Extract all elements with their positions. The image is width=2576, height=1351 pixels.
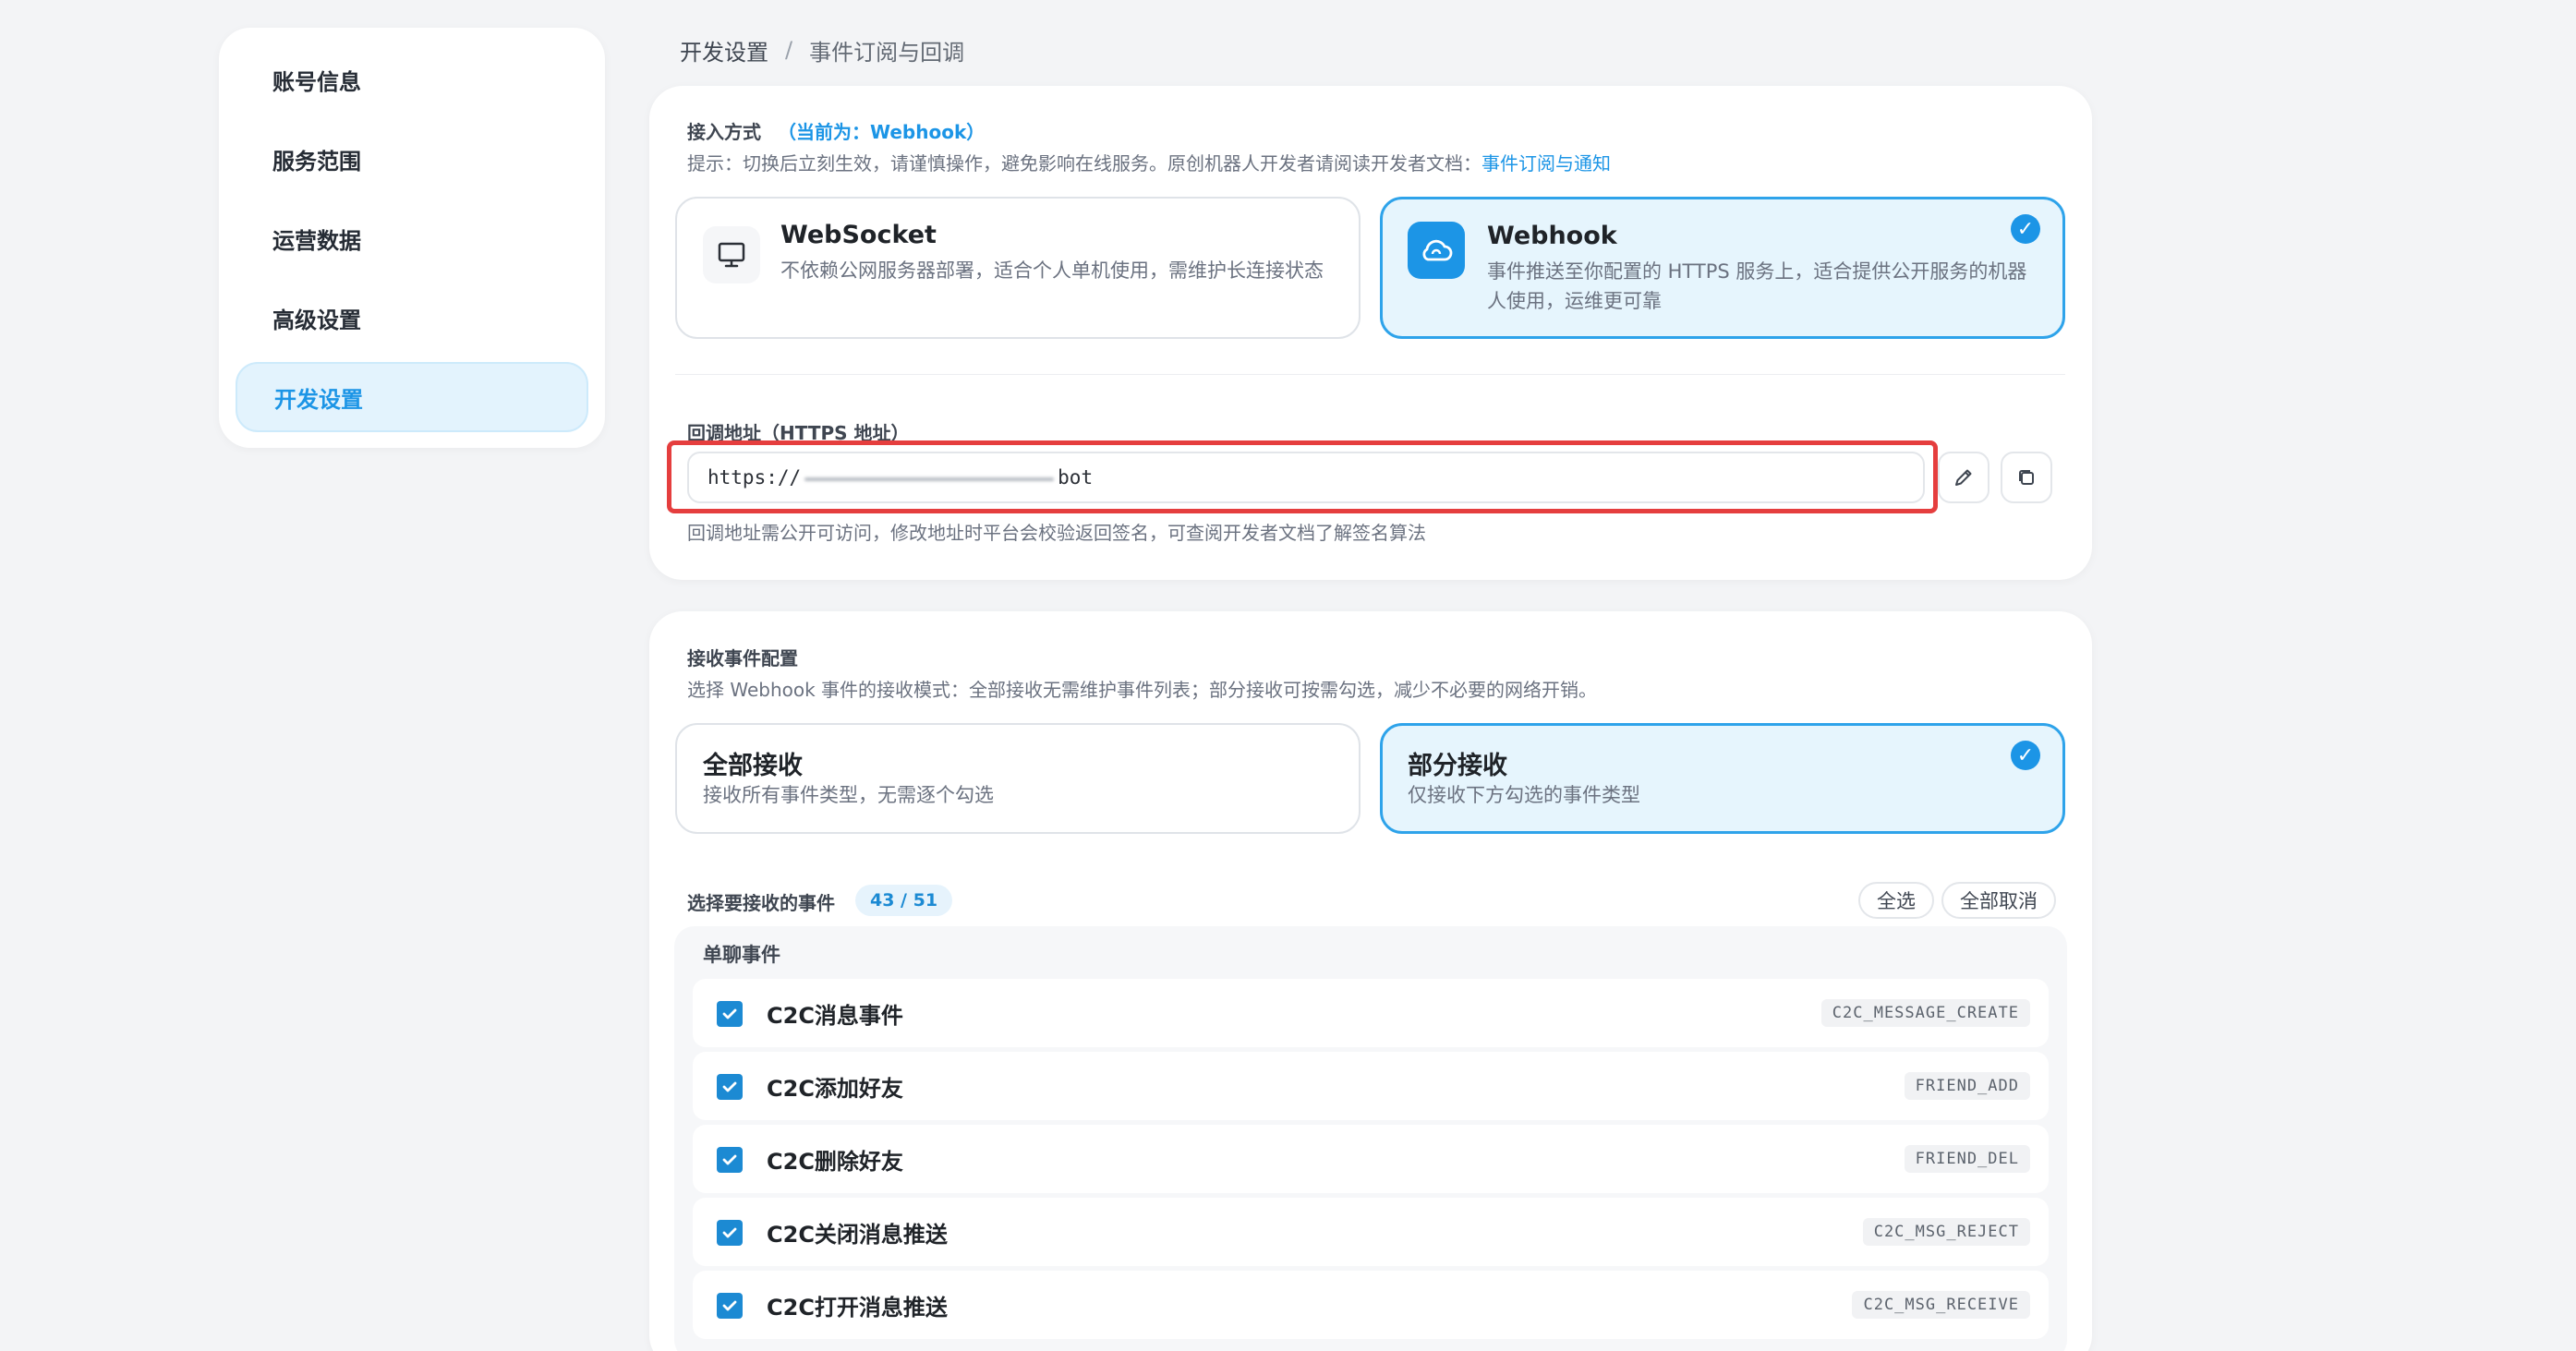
sidebar-item-account-info[interactable]: 账号信息: [236, 44, 588, 115]
callback-note: 回调地址需公开可访问，修改地址时平台会校验返回签名，可查阅开发者文档了解签名算法: [687, 522, 1426, 544]
edit-button[interactable]: [1938, 452, 1989, 503]
highlight-box: [667, 440, 1938, 513]
deselect-all-button[interactable]: 全部取消: [1941, 882, 2056, 919]
sidebar-item-advanced-settings[interactable]: 高级设置: [236, 283, 588, 353]
current-mode-label: （当前为：Webhook）: [778, 121, 986, 143]
pencil-icon: [1955, 469, 1972, 486]
event-code: FRIEND_DEL: [1904, 1145, 2030, 1173]
monitor-icon: [703, 226, 760, 283]
event-config-hint: 选择 Webhook 事件的接收模式：全部接收无需维护事件列表；部分接收可按需勾…: [687, 679, 1598, 701]
event-row[interactable]: C2C关闭消息推送 C2C_MSG_REJECT: [693, 1198, 2049, 1266]
event-name: C2C添加好友: [767, 1076, 903, 1102]
event-name: C2C打开消息推送: [767, 1295, 948, 1321]
sidebar-item-operation-data[interactable]: 运营数据: [236, 203, 588, 273]
access-hint: 提示：切换后立刻生效，请谨慎操作，避免影响在线服务。原创机器人开发者请阅读开发者…: [687, 149, 1611, 175]
select-events-label: 选择要接收的事件: [687, 892, 835, 914]
event-name: C2C消息事件: [767, 1003, 903, 1029]
checkmark-icon: [722, 1081, 737, 1092]
receive-all-desc: 接收所有事件类型，无需逐个勾选: [703, 784, 994, 806]
receive-partial-title: 部分接收: [1408, 752, 1507, 780]
event-code: C2C_MSG_RECEIVE: [1852, 1291, 2030, 1319]
event-name: C2C删除好友: [767, 1149, 903, 1175]
event-group-title: 单聊事件: [703, 944, 780, 966]
receive-all-title: 全部接收: [703, 752, 803, 780]
event-checkbox[interactable]: [717, 1147, 743, 1173]
event-row[interactable]: C2C添加好友 FRIEND_ADD: [693, 1052, 2049, 1120]
breadcrumb-current: 事件订阅与回调: [809, 39, 965, 66]
event-code: FRIEND_ADD: [1904, 1072, 2030, 1100]
websocket-option-title: WebSocket: [780, 221, 937, 249]
webhook-selected-check-icon: ✓: [2011, 214, 2040, 244]
access-hint-text: 提示：切换后立刻生效，请谨慎操作，避免影响在线服务。原创机器人开发者请阅读开发者…: [687, 152, 1482, 175]
event-row[interactable]: C2C消息事件 C2C_MESSAGE_CREATE: [693, 979, 2049, 1047]
checkmark-icon: [722, 1154, 737, 1165]
sidebar-item-service-scope[interactable]: 服务范围: [236, 124, 588, 194]
event-checkbox[interactable]: [717, 1001, 743, 1027]
event-checkbox[interactable]: [717, 1220, 743, 1246]
copy-button[interactable]: [2001, 452, 2052, 503]
access-mode-title-text: 接入方式: [687, 121, 761, 143]
event-name: C2C关闭消息推送: [767, 1222, 948, 1248]
event-checkbox[interactable]: [717, 1293, 743, 1319]
websocket-option[interactable]: WebSocket 不依赖公网服务器部署，适合个人单机使用，需维护长连接状态: [675, 197, 1361, 339]
webhook-option[interactable]: Webhook 事件推送至你配置的 HTTPS 服务上，适合提供公开服务的机器人…: [1380, 197, 2065, 339]
checkmark-icon: [722, 1300, 737, 1311]
checkmark-icon: [722, 1008, 737, 1019]
partial-selected-check-icon: ✓: [2011, 741, 2040, 770]
select-all-button[interactable]: 全选: [1858, 882, 1934, 919]
websocket-option-desc: 不依赖公网服务器部署，适合个人单机使用，需维护长连接状态: [780, 259, 1324, 282]
event-checkbox[interactable]: [717, 1074, 743, 1100]
checkmark-icon: [722, 1227, 737, 1238]
cloud-icon: [1408, 222, 1465, 279]
sidebar: 账号信息 服务范围 运营数据 高级设置 开发设置: [219, 28, 605, 448]
receive-partial-option[interactable]: 部分接收 仅接收下方勾选的事件类型 ✓: [1380, 723, 2065, 834]
copy-icon: [2019, 470, 2034, 485]
access-mode-title: 接入方式 （当前为：Webhook）: [687, 117, 985, 144]
breadcrumb: 开发设置 / 事件订阅与回调: [680, 31, 964, 68]
event-config-title: 接收事件配置: [687, 647, 798, 669]
breadcrumb-parent[interactable]: 开发设置: [680, 34, 768, 66]
event-code: C2C_MESSAGE_CREATE: [1820, 999, 2030, 1027]
webhook-option-title: Webhook: [1487, 222, 1617, 250]
event-row[interactable]: C2C删除好友 FRIEND_DEL: [693, 1125, 2049, 1193]
event-code: C2C_MSG_REJECT: [1862, 1218, 2030, 1246]
docs-link[interactable]: 事件订阅与通知: [1482, 152, 1611, 175]
breadcrumb-separator: /: [785, 37, 793, 63]
webhook-option-desc: 事件推送至你配置的 HTTPS 服务上，适合提供公开服务的机器人使用，运维更可靠: [1487, 260, 2027, 312]
sidebar-item-dev-settings[interactable]: 开发设置: [236, 362, 588, 432]
receive-partial-desc: 仅接收下方勾选的事件类型: [1408, 784, 1640, 806]
event-row[interactable]: C2C打开消息推送 C2C_MSG_RECEIVE: [693, 1271, 2049, 1339]
receive-all-option[interactable]: 全部接收 接收所有事件类型，无需逐个勾选: [675, 723, 1361, 834]
card-divider: [675, 374, 2065, 375]
selected-count-badge: 43 / 51: [855, 885, 953, 916]
